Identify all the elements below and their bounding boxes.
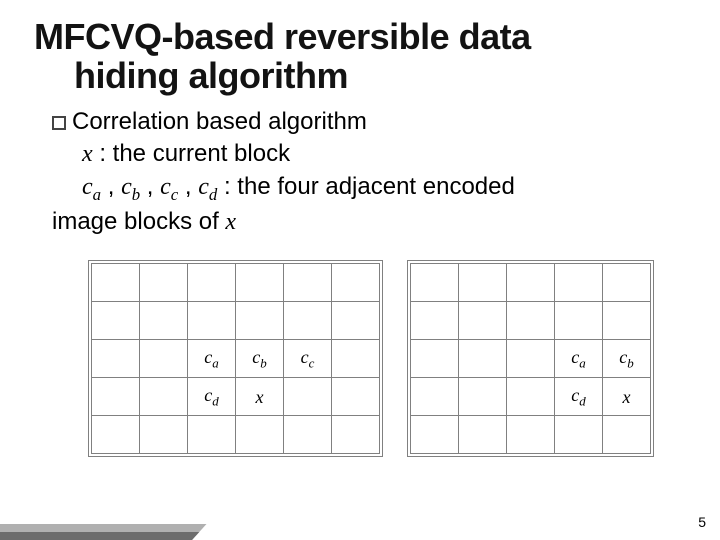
bullet-rest: based algorithm: [189, 108, 366, 135]
footer-decoration: [0, 454, 270, 540]
table-row: [92, 264, 380, 302]
grid-right-frame: ca cb cd x: [407, 260, 654, 457]
table-row: [411, 264, 651, 302]
stripe-light: [0, 524, 206, 536]
table-row: cd x: [411, 378, 651, 416]
symbol-x: x: [82, 141, 93, 167]
diagram-area: ca cb cc cd x: [52, 260, 690, 457]
adjacent-symbols: ca , cb , cc , cd: [82, 173, 217, 200]
table-row: [92, 416, 380, 454]
title-line-1: MFCVQ-based reversible data: [34, 18, 690, 57]
cell-x: x: [236, 378, 284, 416]
table-row: cd x: [92, 378, 380, 416]
cell-cc: cc: [284, 340, 332, 378]
slide-root: MFCVQ-based reversible data hiding algor…: [0, 0, 720, 540]
line-adjacent-blocks: ca , cb , cc , cd : the four adjacent en…: [82, 171, 690, 206]
bullet-correlation: Correlation based algorithm: [52, 106, 690, 138]
slide-body: Correlation based algorithm x : the curr…: [52, 106, 690, 458]
cell-ca: ca: [188, 340, 236, 378]
table-row: [411, 416, 651, 454]
cell-cd: cd: [188, 378, 236, 416]
table-row: ca cb: [411, 340, 651, 378]
stripe-mid: [0, 532, 199, 540]
symbol-x-2: x: [225, 209, 236, 235]
cell-cb-r: cb: [603, 340, 651, 378]
current-block-text: : the current block: [93, 140, 290, 167]
table-row: ca cb cc: [92, 340, 380, 378]
cell-ca-r: ca: [555, 340, 603, 378]
page-number: 5: [698, 514, 706, 530]
bullet-prefix: Correlation: [72, 108, 189, 135]
table-row: [411, 302, 651, 340]
cell-x-r: x: [603, 378, 651, 416]
line-adjacent-blocks-2: image blocks of x: [52, 206, 690, 238]
square-bullet-icon: [52, 116, 66, 130]
cell-cd-r: cd: [555, 378, 603, 416]
title-line-2: hiding algorithm: [34, 57, 690, 96]
line-current-block: x : the current block: [82, 138, 690, 170]
cell-cb: cb: [236, 340, 284, 378]
grid-left-frame: ca cb cc cd x: [88, 260, 383, 457]
table-row: [92, 302, 380, 340]
grid-right: ca cb cd x: [410, 263, 651, 454]
adjacent-text-2: image blocks of: [52, 208, 225, 235]
adjacent-text-1: : the four adjacent encoded: [217, 173, 515, 200]
slide-title: MFCVQ-based reversible data hiding algor…: [34, 18, 690, 96]
grid-left: ca cb cc cd x: [91, 263, 380, 454]
